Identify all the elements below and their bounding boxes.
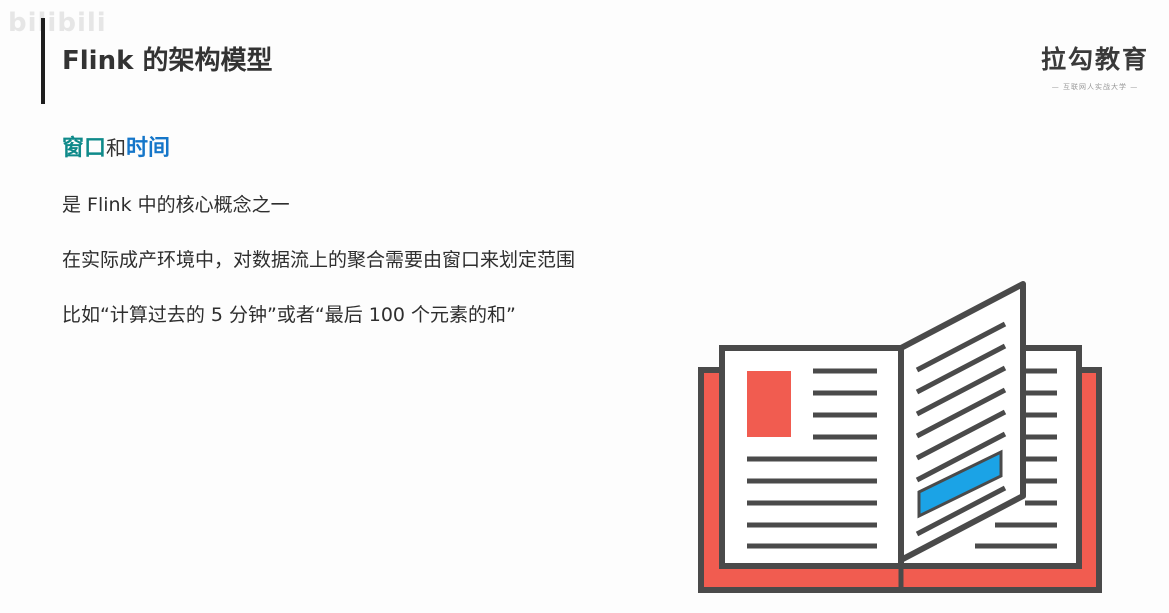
book-red-box <box>747 371 791 437</box>
body-line-3: 比如“计算过去的 5 分钟”或者“最后 100 个元素的和” <box>62 304 516 326</box>
open-book-icon <box>698 281 1102 593</box>
brand-logo: 拉勾教育 — 互联网人实战大学 — <box>1041 40 1149 92</box>
body-line-1: 是 Flink 中的核心概念之一 <box>62 194 290 216</box>
heading-time: 时间 <box>126 136 171 161</box>
heading-window: 窗口 <box>62 136 107 161</box>
heading-and: 和 <box>106 136 127 160</box>
bilibili-watermark: bilibili <box>8 8 107 38</box>
body-line-2: 在实际成产环境中，对数据流上的聚合需要由窗口来划定范围 <box>62 249 576 271</box>
brand-tagline: — 互联网人实战大学 — <box>1051 83 1139 91</box>
page-title: Flink 的架构模型 <box>62 46 273 76</box>
section-heading: 窗口和时间 <box>62 130 170 162</box>
brand-name: 拉勾教育 <box>1040 45 1149 74</box>
title-accent-bar <box>41 18 45 104</box>
